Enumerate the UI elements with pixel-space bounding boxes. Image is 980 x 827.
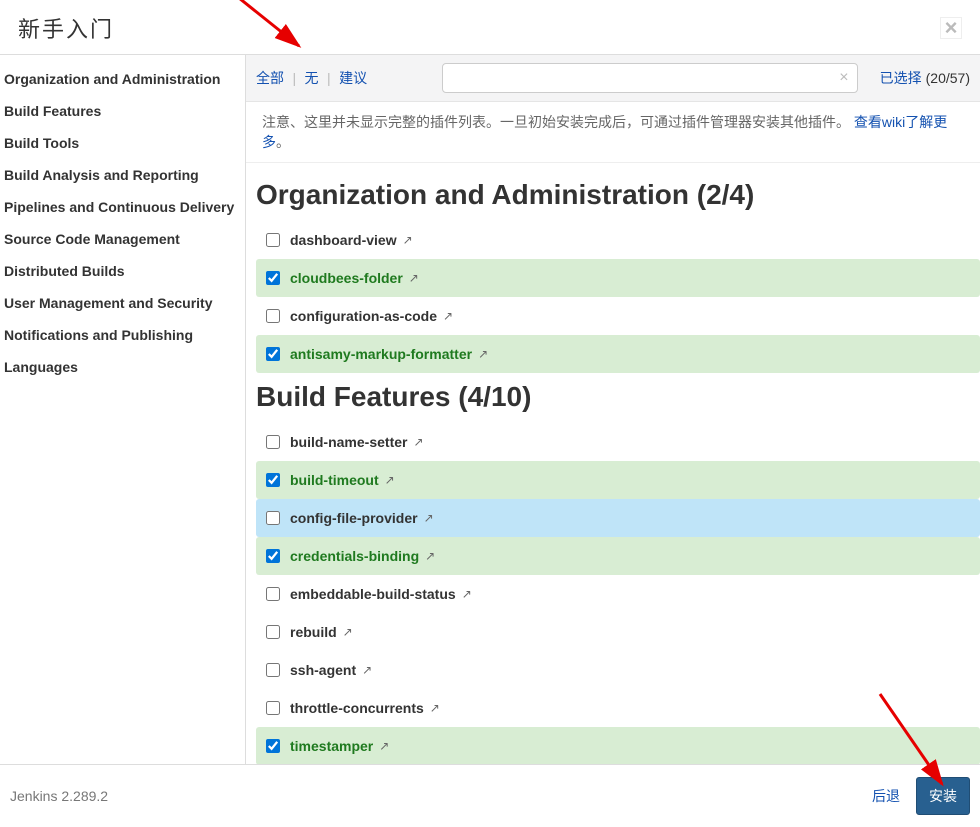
plugin-name: antisamy-markup-formatter xyxy=(290,346,472,362)
plugin-row[interactable]: timestamper ↗ xyxy=(256,727,980,764)
plugin-checkbox[interactable] xyxy=(266,473,280,487)
external-link-icon[interactable]: ↗ xyxy=(424,511,434,525)
external-link-icon[interactable]: ↗ xyxy=(478,347,488,361)
plugin-row[interactable]: config-file-provider ↗ xyxy=(256,499,980,537)
notice-after: 。 xyxy=(276,134,290,150)
plugin-list[interactable]: Organization and Administration (2/4)das… xyxy=(246,163,980,764)
external-link-icon[interactable]: ↗ xyxy=(462,587,472,601)
sidebar-item[interactable]: Languages xyxy=(0,351,245,383)
plugin-name: build-name-setter xyxy=(290,434,407,450)
filter-suggested-link[interactable]: 建议 xyxy=(339,70,367,86)
plugin-row[interactable]: antisamy-markup-formatter ↗ xyxy=(256,335,980,373)
external-link-icon[interactable]: ↗ xyxy=(385,473,395,487)
plugin-row[interactable]: ssh-agent ↗ xyxy=(256,651,980,689)
sidebar-item[interactable]: User Management and Security xyxy=(0,287,245,319)
plugin-checkbox[interactable] xyxy=(266,271,280,285)
selected-count: (20/57) xyxy=(926,70,970,86)
plugin-name: rebuild xyxy=(290,624,337,640)
sidebar-item[interactable]: Distributed Builds xyxy=(0,255,245,287)
install-button[interactable]: 安装 xyxy=(916,777,970,815)
sidebar-item[interactable]: Notifications and Publishing xyxy=(0,319,245,351)
plugin-name: cloudbees-folder xyxy=(290,270,403,286)
notice-text: 注意、这里并未显示完整的插件列表。一旦初始安装完成后，可通过插件管理器安装其他插… xyxy=(262,114,850,130)
plugin-checkbox[interactable] xyxy=(266,511,280,525)
back-button[interactable]: 后退 xyxy=(868,778,904,814)
filter-separator: | xyxy=(288,70,300,86)
filter-separator: | xyxy=(323,70,335,86)
modal-title: 新手入门 xyxy=(18,12,114,44)
category-sidebar: Organization and AdministrationBuild Fea… xyxy=(0,55,246,764)
plugin-row[interactable]: dashboard-view ↗ xyxy=(256,221,980,259)
plugin-name: timestamper xyxy=(290,738,373,754)
selected-link[interactable]: 已选择 xyxy=(880,68,922,88)
notice-bar: 注意、这里并未显示完整的插件列表。一旦初始安装完成后，可通过插件管理器安装其他插… xyxy=(246,102,980,163)
plugin-checkbox[interactable] xyxy=(266,347,280,361)
external-link-icon[interactable]: ↗ xyxy=(403,233,413,247)
plugin-row[interactable]: configuration-as-code ↗ xyxy=(256,297,980,335)
plugin-name: configuration-as-code xyxy=(290,308,437,324)
plugin-name: throttle-concurrents xyxy=(290,700,424,716)
external-link-icon[interactable]: ↗ xyxy=(362,663,372,677)
plugin-name: credentials-binding xyxy=(290,548,419,564)
sidebar-item[interactable]: Organization and Administration xyxy=(0,63,245,95)
plugin-checkbox[interactable] xyxy=(266,587,280,601)
external-link-icon[interactable]: ↗ xyxy=(413,435,423,449)
external-link-icon[interactable]: ↗ xyxy=(425,549,435,563)
plugin-row[interactable]: cloudbees-folder ↗ xyxy=(256,259,980,297)
section-heading: Organization and Administration (2/4) xyxy=(256,171,980,221)
external-link-icon[interactable]: ↗ xyxy=(343,625,353,639)
plugin-checkbox[interactable] xyxy=(266,739,280,753)
plugin-row[interactable]: credentials-binding ↗ xyxy=(256,537,980,575)
plugin-name: dashboard-view xyxy=(290,232,397,248)
plugin-row[interactable]: throttle-concurrents ↗ xyxy=(256,689,980,727)
filter-none-link[interactable]: 无 xyxy=(305,70,319,86)
plugin-row[interactable]: rebuild ↗ xyxy=(256,613,980,651)
search-container: × xyxy=(442,63,858,93)
sidebar-item[interactable]: Build Features xyxy=(0,95,245,127)
clear-search-icon[interactable]: × xyxy=(833,69,848,87)
plugin-checkbox[interactable] xyxy=(266,233,280,247)
filter-all-link[interactable]: 全部 xyxy=(256,70,284,86)
plugin-checkbox[interactable] xyxy=(266,309,280,323)
section-heading: Build Features (4/10) xyxy=(256,373,980,423)
plugin-name: config-file-provider xyxy=(290,510,418,526)
search-input[interactable] xyxy=(451,70,834,86)
plugin-checkbox[interactable] xyxy=(266,435,280,449)
external-link-icon[interactable]: ↗ xyxy=(430,701,440,715)
plugin-row[interactable]: build-name-setter ↗ xyxy=(256,423,980,461)
plugin-name: build-timeout xyxy=(290,472,379,488)
plugin-toolbar: 全部 | 无 | 建议 × 已选择 (20/57) xyxy=(246,55,980,102)
plugin-name: ssh-agent xyxy=(290,662,356,678)
plugin-name: embeddable-build-status xyxy=(290,586,456,602)
sidebar-item[interactable]: Build Analysis and Reporting xyxy=(0,159,245,191)
plugin-checkbox[interactable] xyxy=(266,549,280,563)
plugin-row[interactable]: build-timeout ↗ xyxy=(256,461,980,499)
modal-header: 新手入门 × xyxy=(0,0,980,55)
external-link-icon[interactable]: ↗ xyxy=(443,309,453,323)
sidebar-item[interactable]: Build Tools xyxy=(0,127,245,159)
modal-footer: Jenkins 2.289.2 后退 安装 xyxy=(0,764,980,827)
sidebar-item[interactable]: Pipelines and Continuous Delivery xyxy=(0,191,245,223)
plugin-checkbox[interactable] xyxy=(266,625,280,639)
close-icon[interactable]: × xyxy=(940,17,962,39)
plugin-row[interactable]: embeddable-build-status ↗ xyxy=(256,575,980,613)
plugin-checkbox[interactable] xyxy=(266,663,280,677)
external-link-icon[interactable]: ↗ xyxy=(379,739,389,753)
plugin-checkbox[interactable] xyxy=(266,701,280,715)
sidebar-item[interactable]: Source Code Management xyxy=(0,223,245,255)
external-link-icon[interactable]: ↗ xyxy=(409,271,419,285)
jenkins-version: Jenkins 2.289.2 xyxy=(10,788,108,804)
